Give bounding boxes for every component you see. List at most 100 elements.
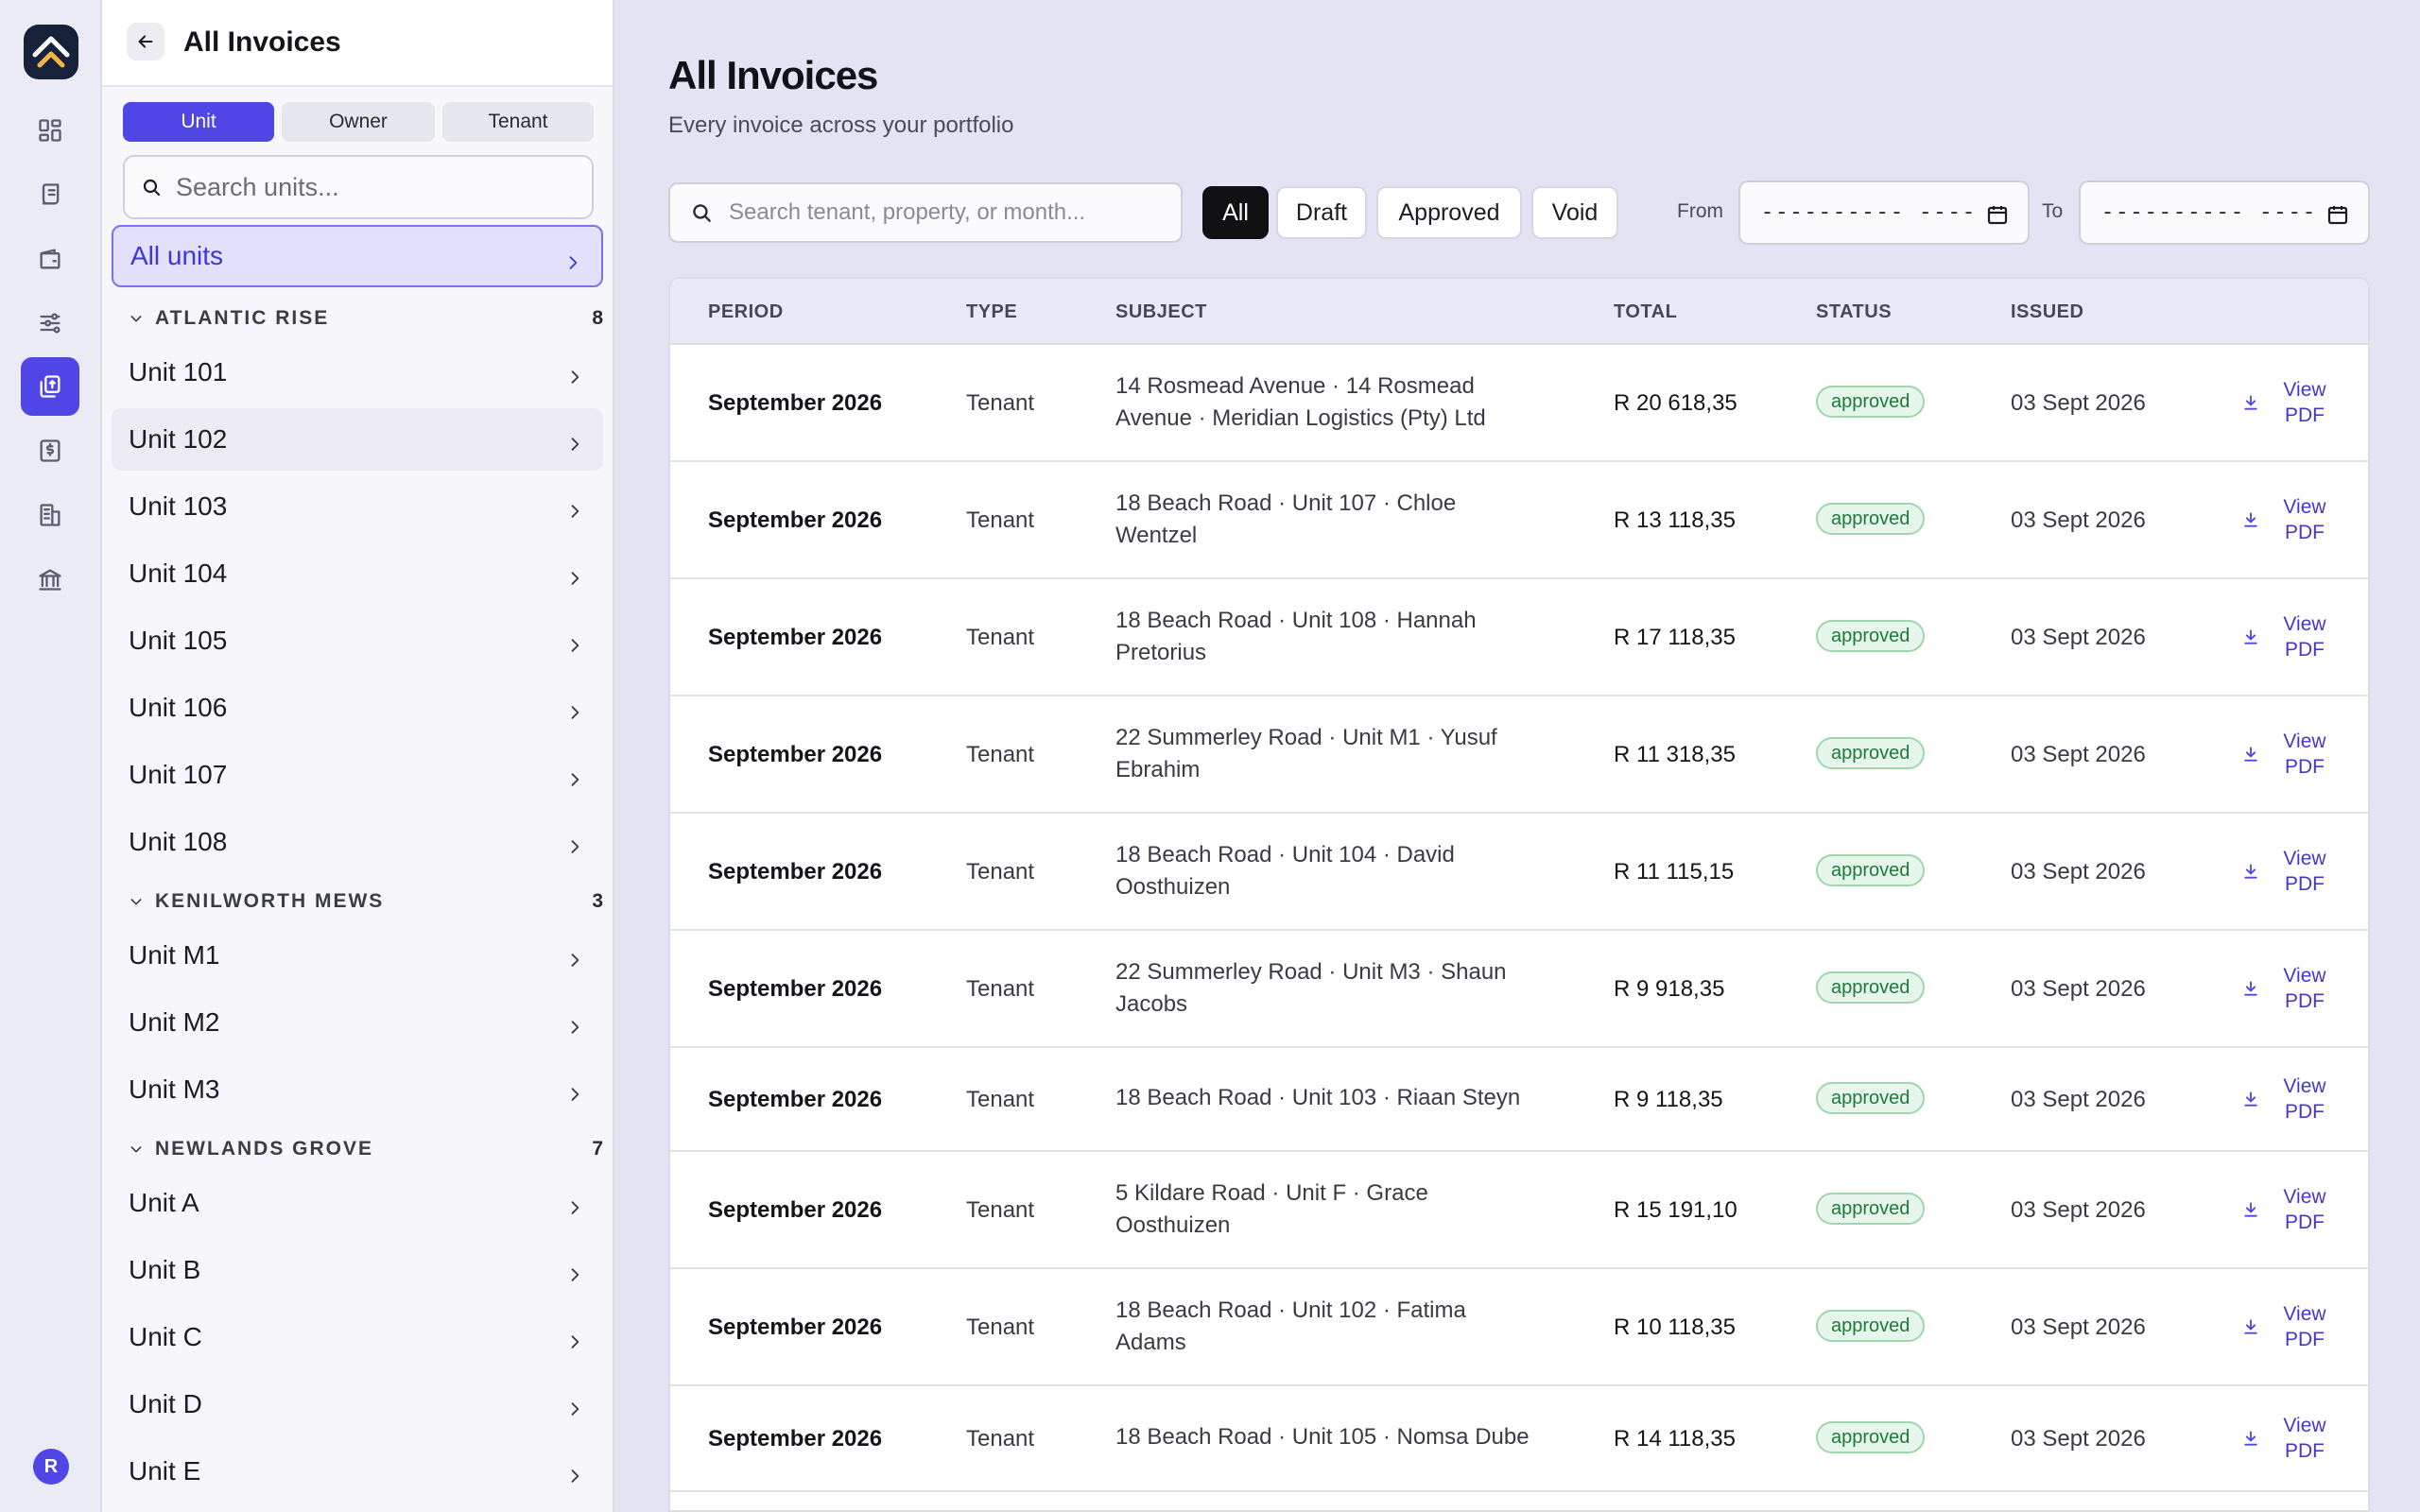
unit-search-input[interactable] xyxy=(176,172,573,202)
segment-unit[interactable]: Unit xyxy=(123,102,274,142)
view-pdf-link[interactable]: View PDF xyxy=(2232,1074,2345,1126)
view-pdf-link[interactable]: View PDF xyxy=(2232,729,2345,782)
unit-item-107[interactable]: Unit 107 xyxy=(112,744,603,806)
unit-label: Unit D xyxy=(129,1389,202,1418)
group-header-atlantic-rise[interactable]: ATLANTIC RISE 8 xyxy=(129,304,603,333)
filter-all[interactable]: All xyxy=(1202,186,1269,239)
status-badge: approved xyxy=(1816,386,1926,418)
view-pdf-label: View PDF xyxy=(2283,965,2326,1012)
row-subject: 22 Summerley Road · Unit M3 · Shaun Jaco… xyxy=(1115,959,1507,1017)
from-date-input[interactable]: ---------- ---- xyxy=(1738,180,2030,245)
wallet-icon[interactable] xyxy=(21,230,79,288)
filter-void[interactable]: Void xyxy=(1531,186,1618,239)
column-type[interactable]: TYPE xyxy=(966,301,1017,323)
ledger-icon[interactable] xyxy=(21,165,79,224)
table-row[interactable]: September 2026 Tenant 5 Kildare Road · U… xyxy=(670,1152,2368,1269)
back-button[interactable] xyxy=(127,23,164,60)
unit-item-104[interactable]: Unit 104 xyxy=(112,542,603,605)
unit-item-m2[interactable]: Unit M2 xyxy=(112,991,603,1054)
column-subject[interactable]: SUBJECT xyxy=(1115,301,1207,323)
table-header: PERIOD TYPE SUBJECT TOTAL STATUS ISSUED xyxy=(670,279,2368,345)
view-pdf-link[interactable]: View PDF xyxy=(2232,494,2345,547)
invoice-search-input[interactable] xyxy=(729,199,1173,226)
to-label: To xyxy=(2042,200,2064,222)
sliders-icon[interactable] xyxy=(21,294,79,352)
avatar[interactable]: R xyxy=(33,1449,69,1485)
column-period[interactable]: PERIOD xyxy=(708,301,784,323)
view-pdf-label: View PDF xyxy=(2283,730,2326,778)
unit-item-b[interactable]: Unit B xyxy=(112,1239,603,1301)
column-total[interactable]: TOTAL xyxy=(1614,301,1677,323)
table-row[interactable]: September 2026 Tenant 14 Rosmead Avenue … xyxy=(670,345,2368,462)
group-header-kenilworth-mews[interactable]: KENILWORTH MEWS 3 xyxy=(129,887,603,916)
calendar-icon[interactable] xyxy=(2326,203,2349,226)
bank-icon[interactable] xyxy=(21,550,79,609)
to-date-input[interactable]: ---------- ---- xyxy=(2079,180,2370,245)
row-total: R 20 618,35 xyxy=(1614,390,1737,416)
segment-tenant[interactable]: Tenant xyxy=(442,102,594,142)
row-total: R 15 191,10 xyxy=(1614,1197,1737,1223)
unit-item-m1[interactable]: Unit M1 xyxy=(112,924,603,987)
row-total: R 11 115,15 xyxy=(1614,859,1735,885)
unit-item-a[interactable]: Unit A xyxy=(112,1172,603,1234)
table-row[interactable]: September 2026 Tenant 18 Beach Road · Un… xyxy=(670,1386,2368,1492)
view-pdf-link[interactable]: View PDF xyxy=(2232,1301,2345,1354)
filter-draft[interactable]: Draft xyxy=(1276,186,1367,239)
row-issued: 03 Sept 2026 xyxy=(2011,859,2146,885)
status-badge: approved xyxy=(1816,1421,1926,1453)
table-row[interactable]: September 2026 Tenant 18 Beach Road · Un… xyxy=(670,1269,2368,1386)
view-pdf-link[interactable]: View PDF xyxy=(2232,377,2345,430)
unit-item-103[interactable]: Unit 103 xyxy=(112,475,603,538)
chevron-down-icon xyxy=(130,899,142,905)
filter-approved[interactable]: Approved xyxy=(1376,186,1522,239)
group-header-newlands-grove[interactable]: NEWLANDS GROVE 7 xyxy=(129,1135,603,1163)
row-total: R 13 118,35 xyxy=(1614,507,1736,533)
building-icon[interactable] xyxy=(21,486,79,544)
view-pdf-link[interactable]: View PDF xyxy=(2232,1413,2345,1466)
unit-label: Unit 108 xyxy=(129,827,228,856)
column-issued[interactable]: ISSUED xyxy=(2011,301,2083,323)
row-type: Tenant xyxy=(966,1426,1035,1452)
unit-item-d[interactable]: Unit D xyxy=(112,1373,603,1435)
dashboard-icon[interactable] xyxy=(21,101,79,160)
receipt-icon[interactable] xyxy=(21,421,79,480)
view-pdf-link[interactable]: View PDF xyxy=(2232,611,2345,664)
unit-label: Unit 101 xyxy=(129,357,228,387)
table-row[interactable]: September 2026 Tenant 18 Beach Road · Un… xyxy=(670,1048,2368,1152)
table-row[interactable]: September 2026 Tenant 22 Summerley Road … xyxy=(670,931,2368,1048)
table-row[interactable]: September 2026 Tenant 18 Beach Road · Un… xyxy=(670,462,2368,579)
table-row[interactable]: September 2026 Tenant 22 Summerley Road … xyxy=(670,696,2368,814)
view-pdf-link[interactable]: View PDF xyxy=(2232,963,2345,1016)
segment-owner[interactable]: Owner xyxy=(282,102,435,142)
unit-item-m3[interactable]: Unit M3 xyxy=(112,1058,603,1121)
invoices-icon[interactable] xyxy=(21,357,79,416)
row-type: Tenant xyxy=(966,976,1035,1002)
app-logo[interactable] xyxy=(24,25,78,79)
unit-item-e[interactable]: Unit E xyxy=(112,1440,603,1503)
download-icon xyxy=(2244,981,2257,996)
unit-label: Unit E xyxy=(129,1456,201,1486)
status-badge: approved xyxy=(1816,971,1926,1004)
row-total: R 10 118,35 xyxy=(1614,1314,1736,1340)
table-row[interactable]: September 2026 Tenant 18 Beach Road · Un… xyxy=(670,814,2368,931)
unit-item-101[interactable]: Unit 101 xyxy=(112,341,603,404)
view-pdf-link[interactable]: View PDF xyxy=(2232,846,2345,899)
view-pdf-link[interactable]: View PDF xyxy=(2232,1184,2345,1237)
all-units-item[interactable]: All units xyxy=(112,225,603,287)
row-period: September 2026 xyxy=(708,1197,883,1223)
group-count: 7 xyxy=(592,1138,603,1160)
row-type: Tenant xyxy=(966,507,1035,533)
chevron-right-icon xyxy=(565,564,584,585)
download-icon xyxy=(2244,1202,2257,1217)
calendar-icon[interactable] xyxy=(1986,203,2009,226)
unit-item-c[interactable]: Unit C xyxy=(112,1306,603,1368)
table-row[interactable]: September 2026 Tenant 18 Beach Road · Un… xyxy=(670,579,2368,696)
unit-item-108[interactable]: Unit 108 xyxy=(112,811,603,873)
download-icon xyxy=(2244,1091,2257,1107)
unit-item-105[interactable]: Unit 105 xyxy=(112,610,603,672)
row-period: September 2026 xyxy=(708,859,883,885)
unit-item-106[interactable]: Unit 106 xyxy=(112,677,603,739)
row-total: R 17 118,35 xyxy=(1614,625,1736,650)
unit-item-102[interactable]: Unit 102 xyxy=(112,408,603,471)
column-status[interactable]: STATUS xyxy=(1816,301,1892,323)
